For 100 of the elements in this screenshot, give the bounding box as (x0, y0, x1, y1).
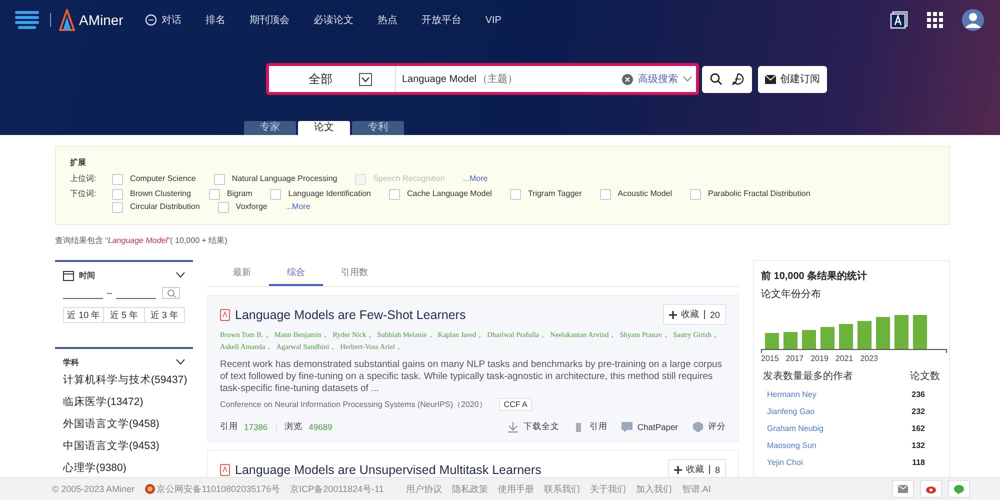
metric-label: 引用 (220, 421, 238, 433)
term-checkbox[interactable]: Brown Clustering (112, 188, 191, 200)
pdf-file-icon (220, 464, 230, 476)
paper-count: 232 (912, 407, 925, 416)
authors-header: 发表数量最多的作者 (763, 370, 853, 383)
nav-link[interactable]: 必读论文 (313, 13, 354, 27)
brand-name[interactable]: AMiner (79, 12, 124, 28)
subscribe-button[interactable]: 创建订阅 (758, 66, 827, 92)
sort-tab[interactable]: 最新 (215, 260, 269, 286)
stats-title: 前 10,000 条结果的统计 (761, 270, 868, 283)
year-label: 2015 (761, 354, 779, 363)
scope-dropdown[interactable]: 全部 (269, 66, 396, 92)
search-query[interactable]: Language Model (402, 74, 477, 84)
term-label: 上位词: (70, 173, 98, 185)
term-checkbox[interactable]: Cache Language Model (389, 188, 492, 200)
chevron-down-icon (176, 272, 185, 278)
search-tab[interactable]: 专家 (244, 121, 296, 135)
term-checkbox[interactable]: Circular Distribution (112, 201, 200, 213)
mail-icon (897, 483, 909, 495)
paper-count: 236 (912, 390, 925, 399)
search-tab[interactable]: 专利 (352, 121, 404, 135)
year-range-button[interactable]: 近 10 年 (64, 308, 104, 322)
download-icon (507, 421, 520, 433)
view-count: 49689 (308, 422, 332, 432)
nav-link[interactable]: VIP (485, 13, 502, 27)
sort-tab[interactable]: 引用数 (323, 260, 386, 286)
copyright-text: © 2005-2023 AMiner (52, 484, 135, 494)
paper-abstract: Recent work has demonstrated substantial gains on many NLP tasks and benchmarks by pre-training on a large corpus of text followed by fine-tuning on a specific task. While typically task-agnostic in architecture, this method still requires task-specific fine-tuning datasets of ... (220, 359, 724, 395)
clear-icon (622, 74, 633, 84)
dropdown-caret-icon (358, 72, 372, 86)
search-icon (166, 288, 176, 298)
paper-count: 118 (912, 458, 925, 467)
plus-icon (674, 466, 682, 474)
action-link[interactable]: 下载全文 (507, 421, 560, 433)
collect-button[interactable]: 收藏 8 (668, 459, 726, 477)
paper-title[interactable]: Language Models are Few-Shot Learners (235, 308, 466, 322)
advanced-search-link[interactable]: 高级搜索 (638, 72, 678, 86)
paper-title[interactable]: Language Models are Unsupervised Multitask Learners (235, 462, 542, 476)
collect-button[interactable]: 收藏 20 (662, 304, 726, 325)
nav-link[interactable]: 期刊顶会 (249, 13, 290, 27)
social-button[interactable] (920, 480, 942, 498)
term-checkbox[interactable]: Natural Language Processing (214, 173, 338, 185)
author-link[interactable]: Yejin Choi (767, 458, 803, 467)
query-tag: （主题） (478, 72, 518, 86)
term-checkbox[interactable]: Acoustic Model (600, 188, 672, 200)
nav-link[interactable]: 热点 (377, 13, 398, 27)
metric-label: 浏览 (284, 421, 303, 433)
nav-link[interactable]: 对话 (145, 13, 182, 27)
term-checkbox[interactable]: Parabolic Fractal Distribution (690, 188, 810, 200)
social-button[interactable] (948, 480, 970, 498)
author-link[interactable]: Jianfeng Gao (767, 407, 815, 416)
author-link[interactable]: Graham Neubig (767, 424, 824, 433)
action-link[interactable]: ChatPaper (621, 421, 678, 433)
plus-icon (668, 310, 677, 318)
filter-title: 学科 (63, 356, 79, 368)
subject-link[interactable]: 中国语言文学(9453) (63, 435, 185, 457)
year-label: 2017 (786, 354, 804, 363)
term-checkbox[interactable]: Bigram (208, 188, 252, 200)
subject-link[interactable]: 临床医学(13472) (63, 391, 185, 413)
year-range-button[interactable]: 近 3 年 (144, 308, 184, 322)
avatar-icon (962, 9, 984, 31)
search-tab[interactable]: 论文 (298, 121, 350, 135)
rank-badge: CCF A (498, 398, 532, 411)
term-checkbox[interactable]: Trigram Tagger (510, 188, 582, 200)
author-link[interactable]: Maosong Sun (767, 441, 816, 450)
action-link[interactable]: 引用 (573, 421, 608, 433)
chevron-down-icon (683, 76, 692, 82)
social-button[interactable] (892, 480, 914, 498)
term-checkbox[interactable]: Language Identification (270, 188, 371, 200)
nav-link[interactable]: 开放平台 (421, 13, 462, 27)
year-search-button[interactable] (162, 287, 180, 299)
wechat-icon (953, 483, 965, 495)
result-summary: 查询结果包含 “Language Model”( 10,000 + 结果) (55, 235, 228, 246)
sort-tab[interactable]: 综合 (269, 260, 323, 286)
term-checkbox[interactable]: Computer Science (112, 173, 196, 185)
triangle-logo-icon (59, 9, 75, 31)
author-link[interactable]: Hermann Ney (767, 390, 816, 399)
term-label: 下位词: (70, 188, 98, 200)
citation-count: 17386 (244, 422, 268, 432)
more-link[interactable]: ...More (285, 201, 310, 213)
subject-link[interactable]: 计算机科学与技术(59437) (63, 369, 185, 391)
pdf-file-icon (220, 308, 230, 320)
nav-link[interactable]: 排名 (205, 13, 226, 27)
search-icon (710, 73, 722, 85)
chat-window-icon (621, 421, 634, 433)
paper-venue: Conference on Neural Information Processing Systems (NeurIPS)（2020） (220, 399, 487, 410)
year-label: 2019 (810, 354, 828, 363)
expand-title: 扩展 (70, 157, 87, 168)
year-range-button[interactable]: 近 5 年 (104, 308, 145, 322)
calendar-icon (63, 270, 74, 280)
paper-count: 162 (912, 424, 925, 433)
subject-link[interactable]: 外国语言文学(9458) (63, 413, 185, 435)
translate-icon (890, 11, 908, 29)
term-checkbox[interactable]: Voxforge (218, 201, 268, 213)
more-link[interactable]: ...More (462, 173, 488, 185)
chat-bubble-icon (732, 73, 744, 85)
subject-link[interactable]: 心理学(9380) (63, 457, 185, 477)
apps-grid-icon (926, 11, 944, 29)
chevron-down-icon (176, 359, 185, 365)
action-link[interactable]: 评分 (692, 421, 726, 433)
